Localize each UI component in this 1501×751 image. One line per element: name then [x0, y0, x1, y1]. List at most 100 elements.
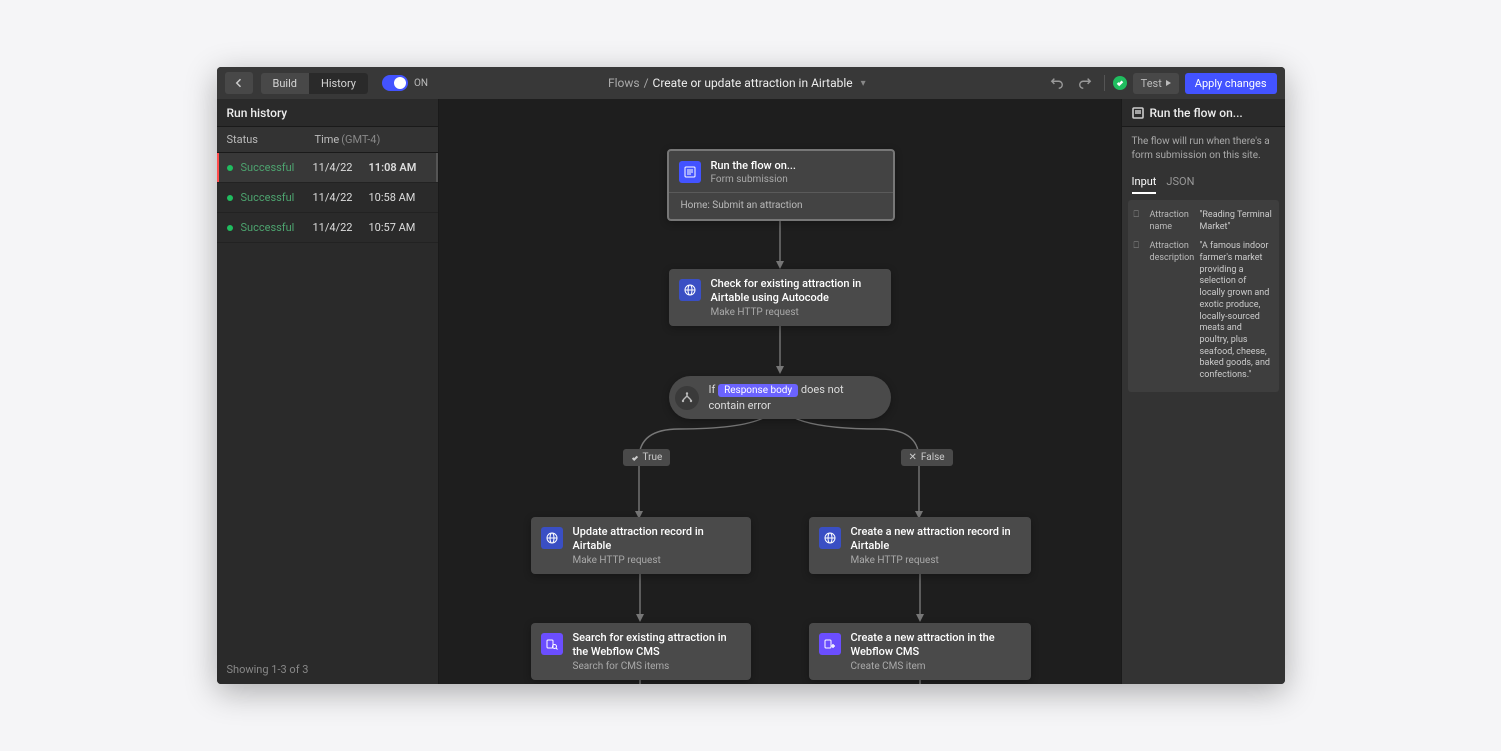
add-db-icon	[819, 633, 841, 655]
search-db-icon	[541, 633, 563, 655]
node-subtitle: Make HTTP request	[851, 555, 1021, 566]
undo-icon	[1050, 76, 1064, 90]
connector	[779, 324, 781, 374]
status-ok-icon	[1113, 76, 1127, 90]
condition-text: If Response body does not contain error	[709, 382, 877, 413]
run-history-panel: Run history Status Time (GMT-4) Successf…	[217, 99, 439, 684]
run-history-columns: Status Time (GMT-4)	[217, 127, 438, 153]
branch-true-label: True	[623, 449, 671, 466]
x-icon: ✕	[909, 452, 917, 463]
flow-enabled-toggle[interactable]	[382, 75, 408, 91]
breadcrumb: Flows / Create or update attraction in A…	[436, 76, 1038, 90]
test-button[interactable]: Test	[1133, 73, 1179, 94]
run-history-footer: Showing 1-3 of 3	[217, 655, 438, 684]
variable-chip: Response body	[718, 384, 798, 397]
status-dot-icon	[227, 195, 233, 201]
input-row: ⎕ Attraction description "A famous indoo…	[1134, 237, 1273, 385]
input-tabs: Input JSON	[1122, 171, 1285, 194]
tab-build[interactable]: Build	[261, 73, 309, 94]
back-button[interactable]	[225, 72, 253, 94]
breadcrumb-current: Create or update attraction in Airtable	[653, 76, 853, 90]
input-row: ⎕ Attraction name "Reading Terminal Mark…	[1134, 206, 1273, 237]
topbar-actions: Test Apply changes	[1046, 72, 1277, 94]
node-title: Create a new attraction record in Airtab…	[851, 525, 1021, 554]
status-dot-icon	[227, 225, 233, 231]
connector	[919, 569, 921, 622]
flow-description: The flow will run when there's a form su…	[1122, 127, 1285, 171]
run-status: Successful	[241, 221, 313, 234]
col-timezone: (GMT-4)	[341, 133, 380, 146]
apply-changes-button[interactable]: Apply changes	[1185, 73, 1277, 94]
node-meta: Home: Submit an attraction	[681, 200, 883, 211]
tab-history[interactable]: History	[309, 73, 368, 94]
breadcrumb-root: Flows	[608, 76, 640, 90]
tab-json[interactable]: JSON	[1166, 171, 1194, 194]
globe-icon	[679, 279, 701, 301]
run-status: Successful	[241, 191, 313, 204]
topbar: Build History ON Flows / Create or updat…	[217, 67, 1285, 99]
node-subtitle: Create CMS item	[851, 661, 1021, 672]
input-data-panel: ⎕ Attraction name "Reading Terminal Mark…	[1128, 200, 1279, 392]
node-title: Create a new attraction in the Webflow C…	[851, 631, 1021, 660]
play-icon	[1166, 80, 1171, 86]
node-update-airtable[interactable]: Update attraction record in Airtable Mak…	[531, 517, 751, 574]
flow-canvas[interactable]: Run the flow on... Form submission Home:…	[439, 99, 1121, 684]
redo-button[interactable]	[1074, 72, 1096, 94]
col-time: Time	[315, 133, 340, 146]
col-status: Status	[227, 133, 315, 146]
run-row[interactable]: Successful 11/4/22 10:58 AM	[217, 183, 438, 213]
redo-icon	[1078, 76, 1092, 90]
input-label: Attraction description	[1150, 241, 1194, 381]
run-time: 10:57 AM	[369, 221, 416, 234]
flow-enabled-toggle-wrap: ON	[382, 75, 428, 91]
test-label: Test	[1141, 77, 1162, 90]
undo-button[interactable]	[1046, 72, 1068, 94]
chevron-down-icon[interactable]: ▾	[861, 78, 866, 89]
input-value: "A famous indoor farmer's market providi…	[1200, 241, 1273, 381]
arrow-left-icon	[233, 77, 245, 89]
app-window: Build History ON Flows / Create or updat…	[217, 67, 1285, 684]
form-icon	[1132, 107, 1144, 119]
toggle-label: ON	[414, 78, 428, 89]
globe-icon	[819, 527, 841, 549]
tab-input[interactable]: Input	[1132, 171, 1157, 194]
run-history-header: Run history	[217, 99, 438, 127]
form-icon	[679, 161, 701, 183]
details-panel: Run the flow on... The flow will run whe…	[1121, 99, 1285, 684]
node-subtitle: Make HTTP request	[711, 307, 881, 318]
run-status: Successful	[241, 161, 313, 174]
run-row[interactable]: Successful 11/4/22 11:08 AM	[217, 153, 438, 183]
run-date: 11/4/22	[313, 191, 369, 204]
node-title: Search for existing attraction in the We…	[573, 631, 741, 660]
node-create-airtable[interactable]: Create a new attraction record in Airtab…	[809, 517, 1031, 574]
node-title: Update attraction record in Airtable	[573, 525, 741, 554]
node-search-cms[interactable]: Search for existing attraction in the We…	[531, 623, 751, 680]
connector	[639, 569, 641, 622]
run-time: 11:08 AM	[369, 161, 417, 174]
main-area: Run history Status Time (GMT-4) Successf…	[217, 99, 1285, 684]
input-value: "Reading Terminal Market"	[1200, 210, 1273, 233]
details-header: Run the flow on...	[1122, 99, 1285, 127]
node-subtitle: Make HTTP request	[573, 555, 741, 566]
node-title: Check for existing attraction in Airtabl…	[711, 277, 881, 306]
connector	[779, 219, 781, 269]
node-trigger[interactable]: Run the flow on... Form submission Home:…	[667, 149, 895, 221]
node-condition[interactable]: If Response body does not contain error	[669, 376, 891, 419]
node-subtitle: Search for CMS items	[573, 661, 741, 672]
globe-icon	[541, 527, 563, 549]
text-field-icon: ⎕	[1134, 241, 1144, 381]
run-date: 11/4/22	[313, 161, 369, 174]
check-icon	[631, 454, 639, 462]
node-subtitle: Form submission	[711, 174, 883, 185]
node-check-airtable[interactable]: Check for existing attraction in Airtabl…	[669, 269, 891, 326]
mode-tabs: Build History	[261, 73, 368, 94]
branch-false-label: ✕ False	[901, 449, 953, 466]
breadcrumb-sep: /	[644, 76, 649, 90]
node-title: Run the flow on...	[711, 159, 883, 173]
run-row[interactable]: Successful 11/4/22 10:57 AM	[217, 213, 438, 243]
node-create-cms[interactable]: Create a new attraction in the Webflow C…	[809, 623, 1031, 680]
status-dot-icon	[227, 165, 233, 171]
branch-icon	[675, 386, 699, 410]
input-label: Attraction name	[1150, 210, 1194, 233]
run-time: 10:58 AM	[369, 191, 416, 204]
